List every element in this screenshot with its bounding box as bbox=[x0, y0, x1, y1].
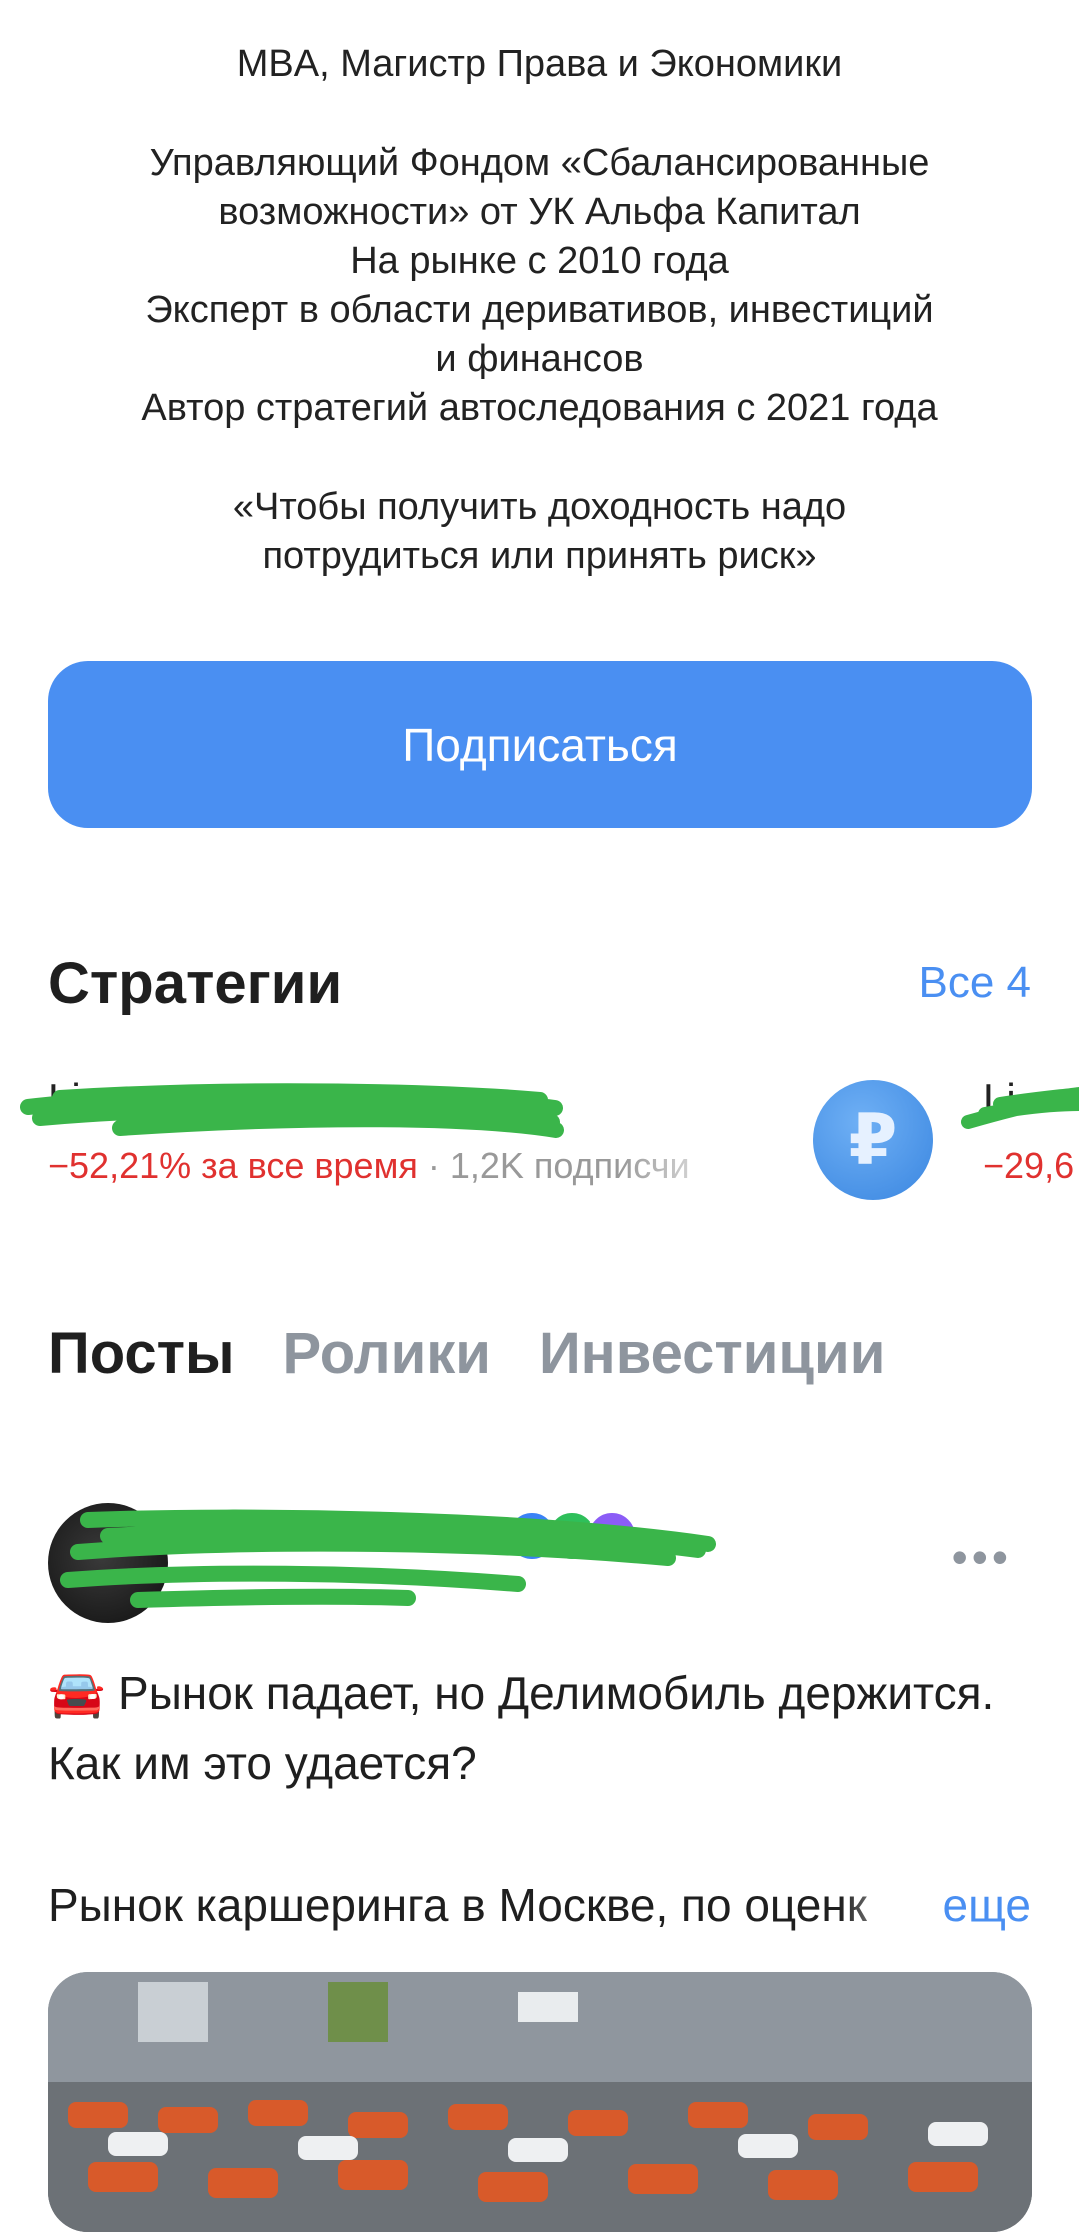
tab-videos[interactable]: Ролики bbox=[283, 1320, 491, 1387]
post-image[interactable] bbox=[48, 1972, 1032, 2232]
bio-line: возможности» от УК Альфа Капитал bbox=[218, 191, 861, 233]
bio-line: Автор стратегий автоследования с 2021 го… bbox=[141, 387, 938, 429]
ellipsis-icon[interactable]: ••• bbox=[952, 1530, 1012, 1584]
overflow-fade bbox=[620, 1150, 750, 1210]
subscribe-button[interactable]: Подписаться bbox=[48, 661, 1032, 828]
parking-lot-photo bbox=[48, 1972, 1032, 2232]
strategies-title: Стратегии bbox=[48, 951, 343, 1016]
bio-line: Эксперт в области деривативов, инвестици… bbox=[145, 289, 934, 331]
strategy-name: Li bbox=[983, 1075, 1016, 1122]
strategy-name: Li bbox=[48, 1075, 81, 1122]
bio-spacer bbox=[48, 433, 1031, 483]
text-fade bbox=[840, 1870, 930, 1940]
avatar[interactable] bbox=[48, 1503, 168, 1623]
post-header: ••• bbox=[48, 1500, 1032, 1625]
bio-line: MBA, Магистр Права и Экономики bbox=[236, 43, 843, 85]
post-text: Рынок каршеринга в Москве, по оценк bbox=[48, 1879, 867, 1931]
bio-spacer bbox=[48, 89, 1031, 139]
tab-posts[interactable]: Посты bbox=[48, 1320, 235, 1387]
strategy-return: −52,21% за все время bbox=[48, 1145, 418, 1186]
bio-line: На рынке с 2010 года bbox=[350, 240, 729, 282]
strategy-card[interactable]: Li −29,6 bbox=[983, 1075, 1074, 1187]
strategy-stats: −29,6 bbox=[983, 1145, 1074, 1187]
author-icon bbox=[586, 1510, 638, 1562]
read-more-link[interactable]: еще bbox=[943, 1878, 1032, 1932]
bio-line: и финансов bbox=[435, 338, 644, 380]
strategy-card[interactable]: Li −52,21% за все время · 1,2K подписчи bbox=[48, 1075, 690, 1187]
author-badges bbox=[506, 1510, 638, 1562]
strategy-return: −29,6 bbox=[983, 1145, 1075, 1186]
ruble-icon: ₽ bbox=[813, 1080, 933, 1200]
strategy-stats: −52,21% за все время · 1,2K подписчи bbox=[48, 1145, 690, 1187]
bio-line: Управляющий Фондом «Сбалансированные bbox=[149, 142, 930, 184]
tab-investments[interactable]: Инвестиции bbox=[539, 1320, 885, 1387]
bio-quote-line: потрудиться или принять риск» bbox=[262, 535, 817, 577]
stats-separator: · bbox=[427, 1145, 440, 1186]
post-title: 🚘 Рынок падает, но Делимобиль держится. … bbox=[48, 1667, 995, 1789]
profile-bio: MBA, Магистр Права и Экономики Управляющ… bbox=[48, 40, 1031, 581]
bio-quote-line: «Чтобы получить доходность надо bbox=[232, 486, 847, 528]
strategies-see-all-link[interactable]: Все 4 bbox=[918, 958, 1031, 1008]
content-tabs: Посты Ролики Инвестиции bbox=[48, 1320, 885, 1387]
